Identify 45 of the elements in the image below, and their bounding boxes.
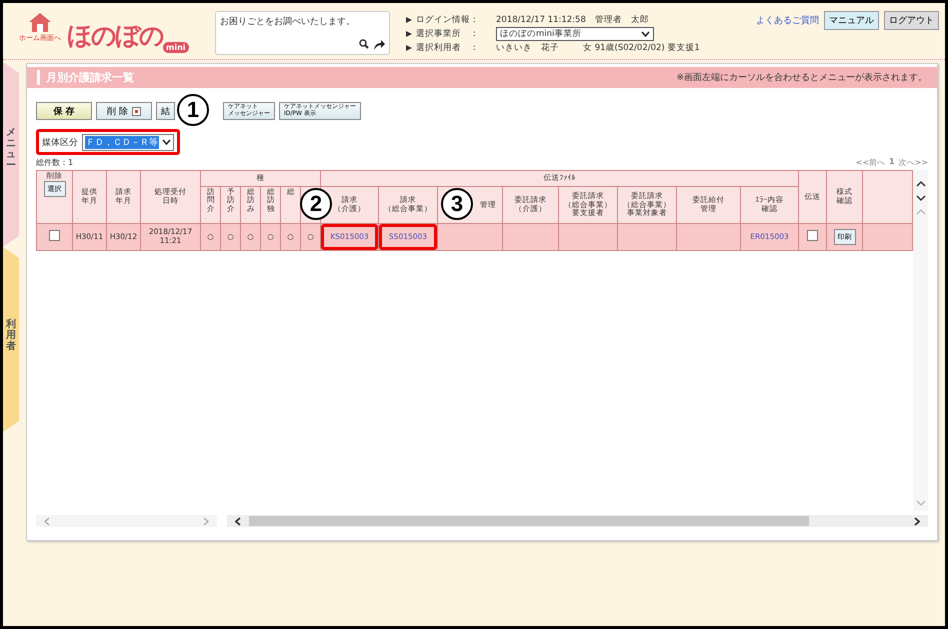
- triangle-icon: [406, 30, 412, 36]
- manual-button[interactable]: マニュアル: [824, 11, 879, 30]
- house-icon: [27, 11, 53, 33]
- row-checkbox[interactable]: [49, 230, 60, 242]
- search-icon[interactable]: [359, 39, 369, 49]
- total-count: 総件数：1: [36, 157, 74, 168]
- callout-number: 2: [300, 188, 332, 220]
- highlight-frame: [321, 224, 378, 250]
- help-field[interactable]: お困りごとをお調べいたします。: [215, 11, 390, 55]
- redo-arrow-icon[interactable]: [373, 39, 385, 51]
- chevron-left-icon[interactable]: [235, 516, 241, 526]
- faq-link[interactable]: よくあるご質問: [756, 14, 819, 27]
- highlight-frame: [379, 224, 437, 250]
- info-label: 選択事業所 ：: [416, 28, 480, 40]
- notice-text: ※画面左端にカーソルを合わせるとメニューが表示されます。: [676, 72, 927, 84]
- toolbar-button[interactable]: 結: [156, 102, 175, 120]
- chevron-right-icon[interactable]: [914, 516, 920, 526]
- office-select[interactable]: ほのぼのmini事業所: [496, 26, 654, 40]
- info-label: 選択利用者 ：: [416, 42, 480, 54]
- callout-number: 3: [441, 188, 473, 220]
- toolbar-button[interactable]: 保 存: [36, 102, 92, 120]
- page-title: 月別介護請求一覧: [37, 70, 134, 85]
- vertical-scrollbar[interactable]: [913, 170, 928, 511]
- triangle-icon: [406, 16, 412, 22]
- chevron-down-icon[interactable]: [916, 194, 926, 202]
- prev-link[interactable]: <<前へ: [856, 157, 886, 168]
- next-link[interactable]: 次へ>>: [898, 157, 928, 168]
- chevron-up-icon[interactable]: [916, 180, 926, 188]
- chevron-down-icon[interactable]: [641, 30, 650, 36]
- triangle-icon: [406, 44, 412, 50]
- media-select[interactable]: ＦＤ，ＣＤ－Ｒ等: [82, 134, 174, 150]
- chevron-down-icon[interactable]: [162, 139, 171, 145]
- info-label: ログイン情報：: [416, 14, 480, 26]
- page-number: 1: [889, 157, 895, 168]
- callout-number: 1: [177, 94, 209, 126]
- info-value: 2018/12/17 11:12:58 管理者 太郎: [496, 14, 649, 26]
- logout-button[interactable]: ログアウト: [884, 11, 939, 30]
- user-tab[interactable]: 利用者: [3, 247, 19, 432]
- info-value: いきいき 花子: [496, 42, 559, 54]
- filter-label: 媒体区分: [42, 136, 78, 148]
- send-checkbox[interactable]: [807, 230, 818, 242]
- menu-tab[interactable]: メニュー: [3, 62, 19, 247]
- horizontal-scrollbar[interactable]: [227, 515, 928, 527]
- toolbar-button[interactable]: 削 除: [96, 102, 152, 120]
- user-details: 女 91歳(S02/02/02) 要支援1: [583, 42, 700, 54]
